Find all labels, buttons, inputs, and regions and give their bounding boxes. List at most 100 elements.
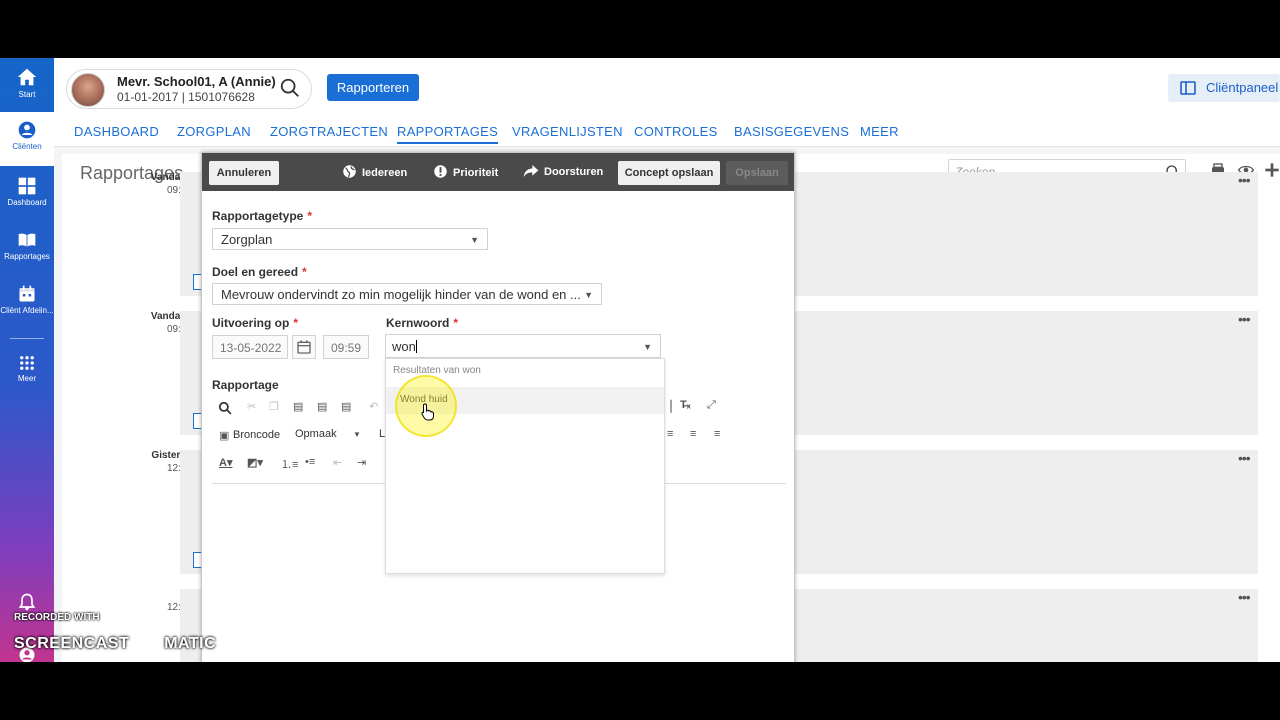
nav-start[interactable]: Start <box>0 58 54 112</box>
clientpanel-label: Cliëntpaneel <box>1206 80 1279 95</box>
numbered-list-icon[interactable]: ⒈≡ <box>281 456 298 472</box>
execution-date-input[interactable]: 13-05-2022 <box>212 335 288 359</box>
entry-time: 12:44 <box>102 463 192 474</box>
cut-icon[interactable]: ✂ <box>247 400 256 413</box>
home-icon <box>17 68 37 86</box>
copy-icon[interactable]: ❐ <box>269 400 279 413</box>
align-right-icon[interactable]: ≡ <box>690 428 696 440</box>
nav-more-label: Meer <box>17 374 37 383</box>
clientpanel-button[interactable]: Cliëntpaneel <box>1168 74 1280 102</box>
client-selector[interactable]: Mevr. School01, A (Annie) 01-01-2017 | 1… <box>66 69 312 109</box>
find-icon[interactable] <box>218 401 232 415</box>
tab-vragenlijsten[interactable]: VRAGENLIJSTEN <box>512 124 623 139</box>
tab-zorgplan[interactable]: ZORGPLAN <box>177 124 251 139</box>
remove-format-icon[interactable]: T̶ₓ <box>680 399 691 411</box>
everyone-label: Iedereen <box>362 167 408 179</box>
dropdown-header: Resultaten van won <box>393 365 481 376</box>
goal-label: Doel en gereed * <box>212 265 307 279</box>
keyword-input[interactable]: won ▼ <box>385 334 661 358</box>
nav-clients[interactable]: Cliënten <box>0 112 54 166</box>
entry-date: Vandaag <box>150 311 192 322</box>
user-icon <box>18 121 36 139</box>
book-icon <box>18 233 36 247</box>
entry-date: Gisteren <box>151 450 192 461</box>
format-select[interactable]: Opmaak <box>295 428 337 440</box>
cancel-button[interactable]: Annuleren <box>209 161 279 185</box>
source-button[interactable]: Broncode <box>233 429 280 441</box>
more-icon[interactable]: ••• <box>1238 450 1251 466</box>
alert-icon <box>434 165 447 178</box>
tab-dashboard[interactable]: DASHBOARD <box>74 124 159 139</box>
align-justify-icon[interactable]: ≡ <box>714 428 720 440</box>
tab-zorgtrajecten[interactable]: ZORGTRAJECTEN <box>270 124 388 139</box>
grid-icon <box>18 177 36 195</box>
client-meta: 01-01-2017 | 1501076628 <box>117 90 255 104</box>
tab-rapportages[interactable]: RAPPORTAGES <box>397 124 499 144</box>
paste-icon[interactable]: ▤ <box>293 400 303 413</box>
calendar-button[interactable] <box>292 335 316 359</box>
report-label: Rapportage <box>212 378 279 392</box>
execution-time-input[interactable]: 09:59 <box>323 335 369 359</box>
screencast-logo-icon <box>136 629 162 655</box>
paste-text-icon[interactable]: ▤ <box>317 400 327 413</box>
text-color-icon[interactable]: A▾ <box>219 456 232 469</box>
report-type-value: Zorgplan <box>221 232 273 247</box>
tab-controles[interactable]: CONTROLES <box>634 124 718 139</box>
app-header: Mevr. School01, A (Annie) 01-01-2017 | 1… <box>54 58 1280 147</box>
tab-meer[interactable]: MEER <box>860 124 899 139</box>
avatar <box>71 73 105 107</box>
maximize-icon[interactable]: ⤢ <box>707 399 716 412</box>
left-navigation: Start Cliënten Dashboard Rapportages Cli… <box>0 58 54 662</box>
forward-button[interactable]: Doorsturen <box>523 164 603 178</box>
more-icon[interactable]: ••• <box>1238 311 1251 327</box>
client-name: Mevr. School01, A (Annie) <box>117 74 276 89</box>
indent-icon[interactable]: ⇥ <box>357 456 366 469</box>
nav-more[interactable]: Meer <box>0 346 54 400</box>
save-draft-button[interactable]: Concept opslaan <box>618 161 720 185</box>
goal-value: Mevrouw ondervindt zo min mogelijk hinde… <box>221 287 581 302</box>
calendar-icon <box>19 285 35 302</box>
execution-label: Uitvoering op * <box>212 316 299 330</box>
nav-reports[interactable]: Rapportages <box>0 222 54 276</box>
priority-label: Prioriteit <box>453 167 499 179</box>
align-center-icon[interactable]: ≡ <box>667 428 673 440</box>
nav-client-department[interactable]: Cliënt Afdelin... <box>0 276 54 330</box>
nav-start-label: Start <box>18 90 36 99</box>
chevron-down-icon: ▼ <box>470 235 479 245</box>
forward-label: Doorsturen <box>544 166 604 178</box>
chevron-down-icon: ▼ <box>643 342 652 352</box>
report-type-select[interactable]: Zorgplan ▼ <box>212 228 488 250</box>
calendar-icon <box>297 340 311 354</box>
entry-time: 12:42 <box>102 602 192 613</box>
entry-date: Vandaag <box>150 172 192 183</box>
more-icon[interactable]: ••• <box>1238 589 1251 605</box>
watermark-line1: RECORDED WITH <box>14 612 100 623</box>
modal-toolbar: Annuleren Iedereen Prioriteit Doorsturen… <box>202 153 794 191</box>
tab-basisgegevens[interactable]: BASISGEGEVENS <box>734 124 849 139</box>
watermark-line2: SCREENCAST MATIC <box>14 629 216 655</box>
outdent-icon[interactable]: ⇤ <box>333 456 342 469</box>
text-cursor <box>415 340 417 353</box>
nav-clients-label: Cliënten <box>12 142 42 151</box>
background-color-icon[interactable]: ◩▾ <box>247 456 263 469</box>
everyone-button[interactable]: Iedereen <box>342 164 407 179</box>
bullet-list-icon[interactable]: •≡ <box>305 456 315 468</box>
report-button[interactable]: Rapporteren <box>327 74 419 101</box>
panel-icon <box>1180 81 1196 95</box>
share-icon <box>523 165 539 177</box>
paste-word-icon[interactable]: ▤ <box>341 400 351 413</box>
hand-cursor-icon <box>421 403 434 421</box>
save-button[interactable]: Opslaan <box>726 161 788 185</box>
priority-button[interactable]: Prioriteit <box>433 164 498 179</box>
nav-dashboard[interactable]: Dashboard <box>0 168 54 222</box>
plus-icon[interactable] <box>1264 162 1280 178</box>
dots-grid-icon <box>20 356 34 370</box>
nav-reports-label: Rapportages <box>4 252 50 261</box>
more-icon[interactable]: ••• <box>1238 172 1251 188</box>
chevron-down-icon: ▼ <box>353 430 361 439</box>
goal-select[interactable]: Mevrouw ondervindt zo min mogelijk hinde… <box>212 283 602 305</box>
undo-icon[interactable]: ↶ <box>369 400 378 413</box>
chevron-down-icon: ▼ <box>584 290 593 300</box>
search-icon[interactable] <box>279 77 301 99</box>
globe-icon <box>343 165 356 178</box>
